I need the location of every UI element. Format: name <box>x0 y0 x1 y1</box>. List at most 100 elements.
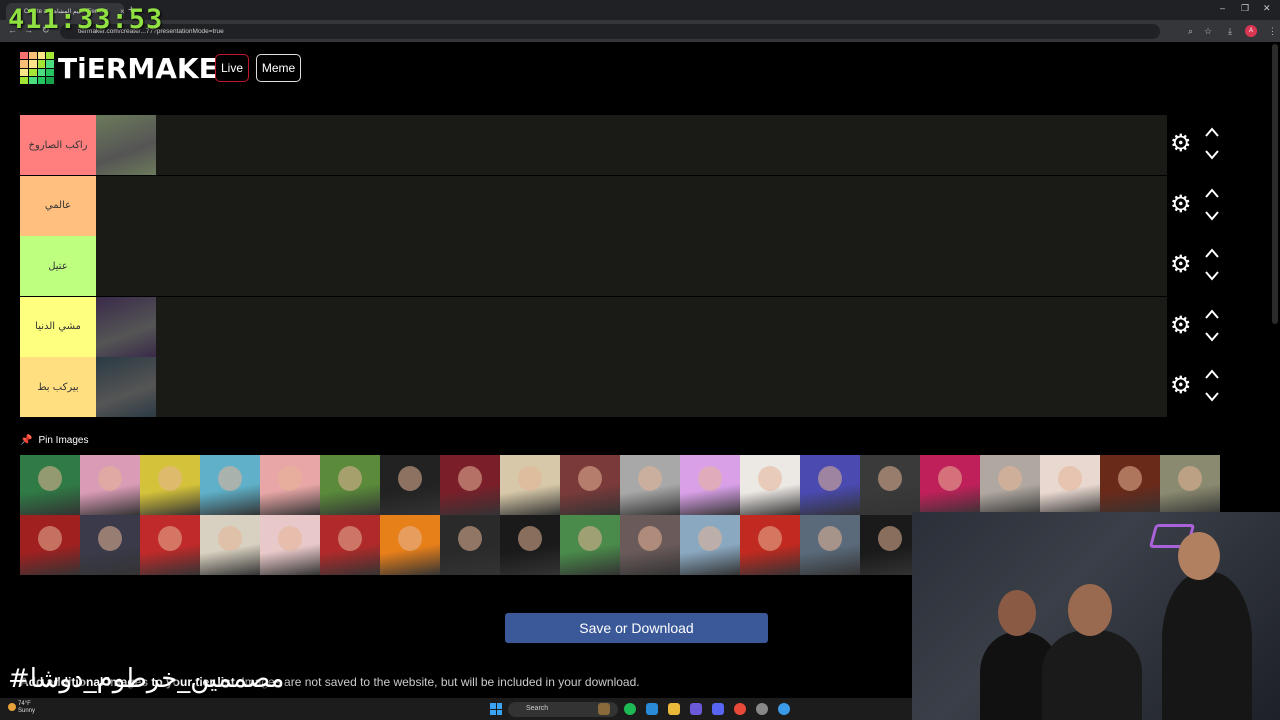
spotify-icon[interactable] <box>624 703 636 715</box>
pool-image-item[interactable] <box>740 455 800 515</box>
pool-image-item[interactable] <box>260 515 320 575</box>
tier-label[interactable]: مشي الدنيا <box>20 296 96 357</box>
chevron-up-icon[interactable] <box>1204 187 1220 199</box>
tiermaker-logo-icon[interactable] <box>20 52 54 84</box>
pool-image-item[interactable] <box>200 455 260 515</box>
address-bar[interactable]: tiermaker.com/create/...77?presentationM… <box>60 24 1160 39</box>
weather-sun-icon[interactable] <box>8 703 16 711</box>
logo-square <box>20 68 28 76</box>
gear-icon[interactable]: ⚙ <box>1170 192 1192 217</box>
tier-label[interactable]: عالمي <box>20 175 96 236</box>
menu-kebab-icon[interactable]: ⋮ <box>1268 26 1277 37</box>
pool-image-item[interactable] <box>80 455 140 515</box>
windows-start-icon[interactable] <box>490 703 502 715</box>
restore-icon[interactable]: ❐ <box>1241 3 1249 14</box>
tier-controls: ⚙ <box>1170 236 1230 296</box>
tier-label[interactable]: بيركب بط <box>20 357 96 417</box>
chevron-up-icon[interactable] <box>1204 368 1220 380</box>
gear-icon[interactable]: ⚙ <box>1170 253 1192 277</box>
gear-icon[interactable]: ⚙ <box>1170 313 1192 338</box>
weather-widget[interactable]: 74°F Sunny <box>18 701 35 715</box>
meme-button[interactable]: Meme <box>256 54 301 82</box>
tier-row[interactable]: مشي الدنيا <box>20 296 1167 357</box>
pool-image-item[interactable] <box>1100 455 1160 515</box>
tier-row[interactable]: راكب الصاروخ <box>20 115 1167 175</box>
bookmark-star-icon[interactable]: ☆ <box>1204 26 1212 37</box>
weather-desc: Sunny <box>18 708 36 714</box>
tier-row[interactable]: عتيل <box>20 236 1167 296</box>
pool-image-item[interactable] <box>380 455 440 515</box>
webcam-head-left <box>998 590 1036 636</box>
tier-image-item[interactable] <box>96 357 156 417</box>
chevron-up-icon[interactable] <box>1204 247 1220 259</box>
tier-row[interactable]: بيركب بط <box>20 357 1167 417</box>
close-window-icon[interactable]: ✕ <box>1263 3 1271 14</box>
tiermaker-logo-text[interactable]: TiERMAKER <box>58 52 239 85</box>
file-explorer-icon[interactable] <box>598 703 610 715</box>
pool-image-item[interactable] <box>500 515 560 575</box>
chevron-down-icon[interactable] <box>1204 270 1220 282</box>
chevron-down-icon[interactable] <box>1204 149 1220 161</box>
pool-image-item[interactable] <box>260 455 320 515</box>
taskbar-search-label: Search <box>526 705 549 712</box>
pool-image-item[interactable] <box>320 455 380 515</box>
pool-image-item[interactable] <box>920 455 980 515</box>
pool-image-item[interactable] <box>860 455 920 515</box>
pool-image-item[interactable] <box>140 515 200 575</box>
pool-image-item[interactable] <box>320 515 380 575</box>
pool-image-item[interactable] <box>560 515 620 575</box>
tier-label[interactable]: عتيل <box>20 236 96 296</box>
logo-square <box>37 76 46 84</box>
live-button[interactable]: Live <box>215 54 249 82</box>
download-icon[interactable]: ⤓ <box>1228 26 1232 37</box>
chrome-icon[interactable] <box>734 703 746 715</box>
pool-image-item[interactable] <box>440 455 500 515</box>
pool-image-item[interactable] <box>620 515 680 575</box>
pool-image-item[interactable] <box>620 455 680 515</box>
pool-image-item[interactable] <box>440 515 500 575</box>
chevron-down-icon[interactable] <box>1204 331 1220 343</box>
logo-square <box>20 60 28 68</box>
logo-square <box>28 60 37 68</box>
pool-image-item[interactable] <box>680 455 740 515</box>
save-or-download-button[interactable]: Save or Download <box>505 613 768 643</box>
pool-image-item[interactable] <box>860 515 920 575</box>
copilot-icon[interactable] <box>690 703 702 715</box>
app-icon[interactable] <box>778 703 790 715</box>
pool-image-item[interactable] <box>560 455 620 515</box>
pool-image-item[interactable] <box>20 455 80 515</box>
pool-image-item[interactable] <box>380 515 440 575</box>
zoom-icon[interactable]: ⌕ <box>1188 26 1193 37</box>
chevron-up-icon[interactable] <box>1204 308 1220 320</box>
pool-image-item[interactable] <box>1040 455 1100 515</box>
tier-image-item[interactable] <box>96 115 156 175</box>
gear-icon[interactable]: ⚙ <box>1170 374 1192 398</box>
folder-icon[interactable] <box>668 703 680 715</box>
pool-image-item[interactable] <box>80 515 140 575</box>
chevron-up-icon[interactable] <box>1204 126 1220 138</box>
minimize-icon[interactable]: – <box>1220 3 1225 13</box>
chevron-down-icon[interactable] <box>1204 391 1220 403</box>
pool-image-item[interactable] <box>1160 455 1220 515</box>
tier-label[interactable]: راكب الصاروخ <box>20 115 96 175</box>
chevron-down-icon[interactable] <box>1204 210 1220 222</box>
pool-image-item[interactable] <box>200 515 260 575</box>
pool-image-item[interactable] <box>980 455 1040 515</box>
pool-image-item[interactable] <box>500 455 560 515</box>
pin-images-toggle[interactable]: 📌 Pin Images <box>20 433 88 447</box>
edge-icon[interactable] <box>646 703 658 715</box>
pool-image-item[interactable] <box>800 455 860 515</box>
obs-icon[interactable] <box>756 703 768 715</box>
discord-icon[interactable] <box>712 703 724 715</box>
pool-image-item[interactable] <box>680 515 740 575</box>
tier-row[interactable]: عالمي <box>20 175 1167 236</box>
gear-icon[interactable]: ⚙ <box>1170 132 1192 156</box>
logo-square <box>37 60 46 68</box>
pool-image-item[interactable] <box>800 515 860 575</box>
page-scrollbar[interactable] <box>1272 44 1278 324</box>
pool-image-item[interactable] <box>740 515 800 575</box>
pool-image-item[interactable] <box>20 515 80 575</box>
tier-image-item[interactable] <box>96 296 156 357</box>
profile-avatar[interactable]: A <box>1245 25 1257 37</box>
pool-image-item[interactable] <box>140 455 200 515</box>
